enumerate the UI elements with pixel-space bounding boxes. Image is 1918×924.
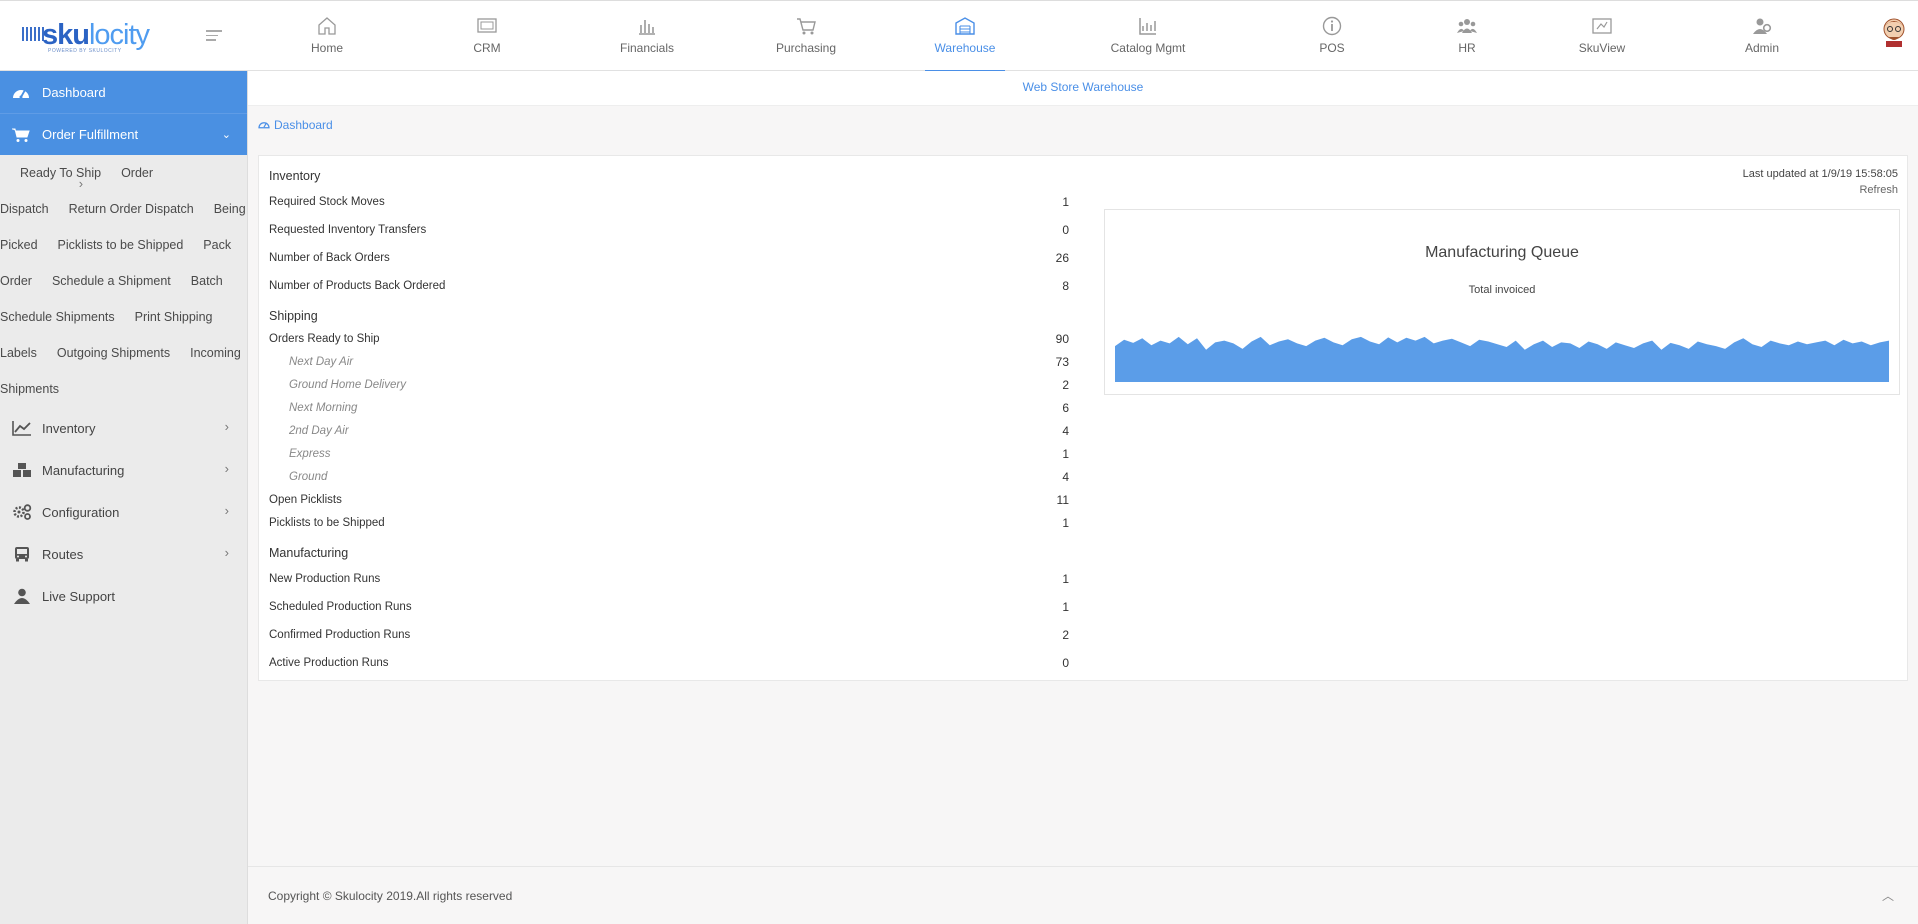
menu-toggle-icon[interactable] [206,30,222,42]
stat-row[interactable]: Next Morning 6 [269,397,1069,420]
chart-area [1115,336,1889,382]
nav-hr[interactable]: HR [1437,1,1497,71]
sidebar-item-dashboard[interactable]: Dashboard [0,71,247,113]
user-avatar-icon[interactable] [1880,15,1908,47]
nav-warehouse[interactable]: Warehouse [925,1,1005,72]
sidebar-subitem[interactable]: Ready To Ship [0,166,101,180]
sidebar-subitem[interactable]: Outgoing Shipments [37,346,170,360]
sidebar-subitem[interactable]: Return Order Dispatch [49,202,194,216]
last-updated-text: Last updated at 1/9/19 15:58:05 [1742,168,1898,180]
stat-row[interactable]: Active Production Runs 0 [269,649,1069,677]
boxes-icon [12,461,32,479]
store-name-link[interactable]: Web Store Warehouse [1023,80,1144,94]
people-icon [1457,19,1477,33]
stat-row[interactable]: Ground 4 [269,466,1069,489]
top-navbar: skulocity POWERED BY SKULOCITY Home CRM … [0,0,1918,72]
stat-row[interactable]: Scheduled Production Runs 1 [269,593,1069,621]
chart-subtitle: Total invoiced [1468,284,1536,296]
chevron-right-icon: › [78,176,84,191]
manufacturing-title: Manufacturing [269,546,349,560]
stat-row[interactable]: 2nd Day Air 4 [269,420,1069,443]
sidebar-section[interactable]: Routes › [0,533,247,575]
cart-icon [797,18,816,35]
sidebar-section[interactable]: Manufacturing › [0,449,247,491]
nav-crm[interactable]: CRM [457,1,517,71]
bus-icon [12,545,32,563]
home-icon [318,17,336,35]
stat-row[interactable]: Requested Inventory Transfers 0 [269,216,1069,244]
dashboard-gauge-icon [258,119,270,132]
footer: Copyright © Skulocity 2019.All rights re… [248,866,1918,924]
nav-catalog-mgmt[interactable]: Catalog Mgmt [1105,1,1191,71]
nav-admin[interactable]: Admin [1732,1,1792,71]
manufacturing-queue-chart: Manufacturing Queue Total invoiced [1104,209,1900,395]
picklists-shipped-row[interactable]: Picklists to be Shipped 1 [269,512,1069,535]
order-fulfillment-submenu: Ready To Ship Order Dispatch › Return Order… [0,155,247,407]
stat-row[interactable]: Express 1 [269,443,1069,466]
sidebar: Dashboard Order Fulfillment ⌄ Ready To S… [0,71,248,924]
copyright-text: Copyright © Skulocity 2019.All rights re… [268,889,513,903]
sidebar-item-order-fulfillment[interactable]: Order Fulfillment ⌄ [0,113,247,155]
sidebar-sections: Inventory › Manufacturing › Configuration › Ro… [0,407,247,617]
last-updated: Last updated at 1/9/19 15:58:05 Refresh [1743,166,1898,198]
stat-row[interactable]: Number of Back Orders 26 [269,244,1069,272]
stats-column: Inventory Required Stock Moves 1 Requested… [269,156,1069,677]
stat-row[interactable]: New Production Runs 1 [269,565,1069,593]
line-chart-icon [1139,18,1156,35]
trend-icon [12,419,32,437]
stat-row[interactable]: Next Day Air 73 [269,351,1069,374]
sidebar-section[interactable]: Inventory › [0,407,247,449]
series-area [1115,336,1889,382]
sidebar-section[interactable]: Configuration › [0,491,247,533]
open-picklists-row[interactable]: Open Picklists 11 [269,489,1069,512]
chevron-right-icon: › [224,461,229,476]
cart-icon [12,126,30,144]
nav-purchasing[interactable]: Purchasing [770,1,842,71]
refresh-link[interactable]: Refresh [1859,184,1898,196]
chart-title: Manufacturing Queue [1425,244,1579,261]
nav-pos[interactable]: POS [1302,1,1362,71]
chevron-right-icon: › [224,419,229,434]
stat-row[interactable]: Ground Home Delivery 2 [269,374,1069,397]
skulocity-logo[interactable]: skulocity POWERED BY SKULOCITY [22,19,162,54]
nav-skuview[interactable]: SkuView [1572,1,1632,71]
info-icon [1322,16,1342,36]
sku-view-icon [1592,18,1612,34]
stat-row[interactable]: Required Stock Moves 1 [269,188,1069,216]
orders-ready-row[interactable]: Orders Ready to Ship 90 [269,328,1069,351]
warehouse-icon [955,17,975,35]
shipping-title: Shipping [269,309,318,323]
scroll-top-icon[interactable]: ︿ [1882,887,1894,904]
store-name-bar: Web Store Warehouse [248,71,1918,106]
gears-icon [12,503,32,521]
nav-home[interactable]: Home [297,1,357,71]
user-icon [12,587,32,605]
nav-financials[interactable]: Financials [612,1,682,71]
admin-icon [1753,18,1772,34]
inventory-title: Inventory [269,169,321,183]
chevron-right-icon: › [224,545,229,560]
dashboard-gauge-icon [12,83,30,101]
stat-row[interactable]: Number of Products Back Ordered 8 [269,272,1069,300]
breadcrumb[interactable]: Dashboard [258,118,333,132]
chevron-down-icon: ⌄ [221,129,231,141]
sidebar-subitem[interactable]: Schedule a Shipment [32,274,171,288]
dashboard-panel: Inventory Required Stock Moves 1 Requested… [258,155,1908,681]
sidebar-section[interactable]: Live Support [0,575,247,617]
bar-chart-icon [639,20,655,35]
chevron-right-icon: › [224,503,229,518]
crm-icon [477,18,497,33]
sidebar-subitem[interactable]: Picklists to be Shipped [38,238,184,252]
stat-row[interactable]: Confirmed Production Runs 2 [269,621,1069,649]
